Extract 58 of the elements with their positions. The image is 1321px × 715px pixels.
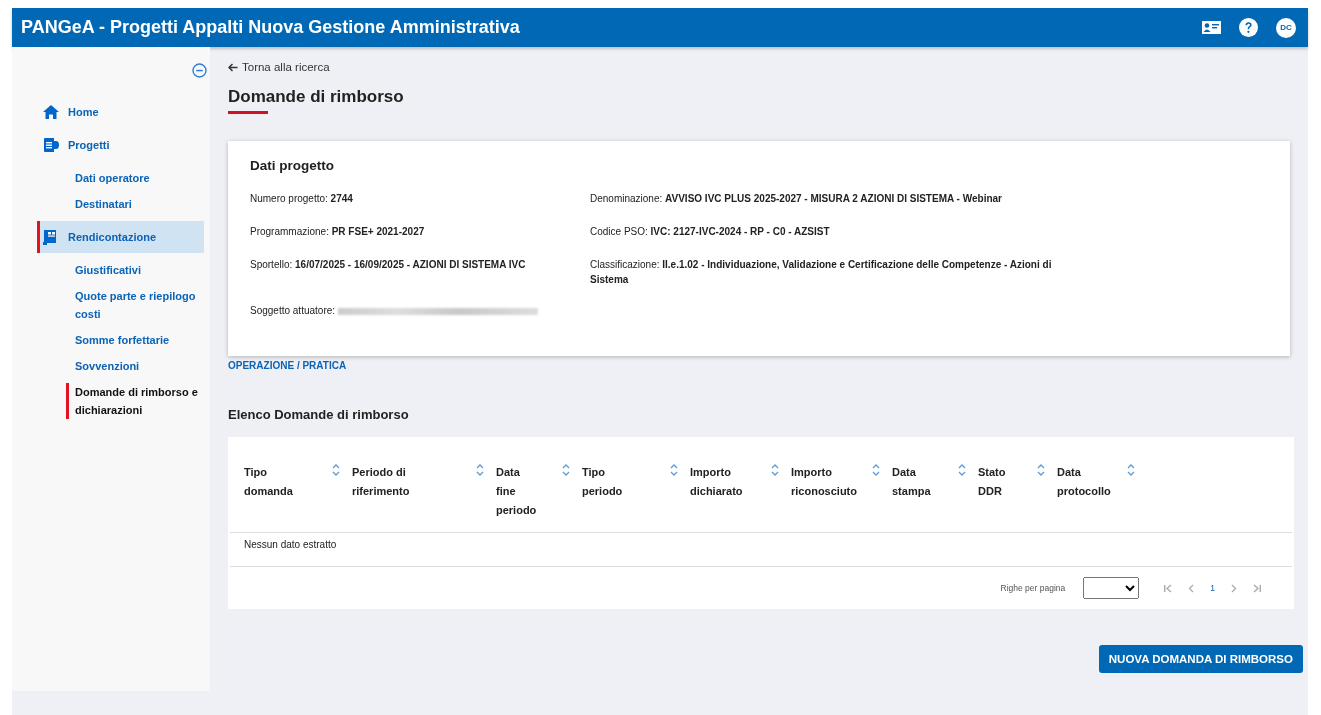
empty-message: Nessun dato estratto — [230, 533, 1292, 567]
field-text: Numero progetto: 2744 — [250, 192, 354, 206]
rows-per-page-label: Righe per pagina — [1000, 583, 1066, 593]
column-header[interactable]: Stato DDR — [978, 463, 1006, 501]
field-label: Soggetto attuatore: — [250, 305, 337, 316]
column-header[interactable]: Data protocollo — [1057, 463, 1111, 501]
column-header[interactable]: Tipo periodo — [582, 463, 623, 501]
column-header[interactable]: Data fine periodo — [496, 463, 537, 520]
notebook-icon — [43, 229, 57, 245]
next-page-icon[interactable] — [1231, 583, 1237, 593]
column-header[interactable]: Periodo di riferimento — [352, 463, 410, 501]
column-header[interactable]: Importo dichiarato — [690, 463, 743, 501]
section-title: Elenco Domande di rimborso — [228, 407, 410, 422]
field-text: Codice PSO: IVC: 2127-IVC-2024 - RP - C0 - AZSIST — [590, 225, 831, 239]
sort-icon[interactable] — [476, 463, 484, 477]
sort-icon[interactable] — [958, 463, 966, 477]
previous-page-icon[interactable] — [1188, 583, 1195, 593]
collapse-icon[interactable] — [192, 63, 207, 78]
page-number[interactable]: 1 — [1210, 583, 1215, 593]
column-header[interactable]: Tipo domanda — [244, 463, 293, 501]
sort-icon[interactable] — [562, 463, 570, 477]
sort-icon[interactable] — [1037, 463, 1045, 477]
sidebar-item[interactable]: Giustificativi — [66, 261, 208, 279]
arrow-left-icon — [228, 62, 238, 72]
sort-icon[interactable] — [670, 463, 678, 477]
sidebar-item[interactable]: Rendicontazione — [37, 221, 204, 253]
back-link[interactable]: Torna alla ricerca — [228, 61, 1308, 73]
id-card-icon[interactable] — [1202, 21, 1221, 34]
page-title: Domande di rimborso — [228, 87, 404, 107]
document-icon — [43, 138, 59, 152]
card-title: Dati progetto — [250, 158, 335, 173]
column-header[interactable]: Data stampa — [892, 463, 931, 501]
field-text: Sportello: 16/07/2025 - 16/09/2025 - AZIONI DI SISTEMA IVC — [250, 258, 527, 272]
field-text: Programmazione: PR FSE+ 2021-2027 — [250, 225, 426, 239]
sidebar-item[interactable]: Dati operatore — [66, 169, 208, 187]
app-title: PANGeA - Progetti Appalti Nuova Gestione Amministrativa — [21, 17, 521, 38]
home-icon — [43, 105, 59, 119]
new-request-button[interactable]: NUOVA DOMANDA DI RIMBORSO — [1098, 645, 1303, 673]
first-page-icon[interactable] — [1163, 583, 1173, 593]
operation-link[interactable]: OPERAZIONE / PRATICA — [228, 360, 347, 371]
sidebar-item[interactable]: Quote parte e riepilogo costi — [66, 287, 208, 323]
sidebar-item[interactable]: Sovvenzioni — [66, 357, 208, 375]
sidebar-item[interactable]: Domande di rimborso e dichiarazioni — [66, 383, 208, 419]
sort-icon[interactable] — [332, 463, 340, 477]
sort-icon[interactable] — [872, 463, 880, 477]
sort-icon[interactable] — [771, 463, 779, 477]
sidebar-item[interactable]: Destinatari — [66, 195, 208, 213]
sort-icon[interactable] — [1127, 463, 1135, 477]
rows-per-page-select[interactable] — [1083, 577, 1140, 599]
sidebar-item[interactable]: Progetti — [37, 129, 204, 161]
last-page-icon[interactable] — [1253, 583, 1262, 593]
help-icon[interactable] — [1239, 18, 1258, 37]
field-text: Denominazione: AVVISO IVC PLUS 2025-2027 - MISURA 2 AZIONI DI SISTEMA - Webinar — [590, 192, 1003, 206]
column-header[interactable]: Importo riconosciuto — [791, 463, 857, 501]
field-text: Classificazione: II.e.1.02 - Individuazione, Validazione e Certificazione delle Competenze - Azioni di Sistema — [590, 258, 1053, 287]
sidebar-item[interactable]: Somme forfettarie — [66, 331, 208, 349]
sidebar-item[interactable]: Home — [37, 96, 204, 128]
user-avatar[interactable]: DC — [1276, 17, 1296, 38]
